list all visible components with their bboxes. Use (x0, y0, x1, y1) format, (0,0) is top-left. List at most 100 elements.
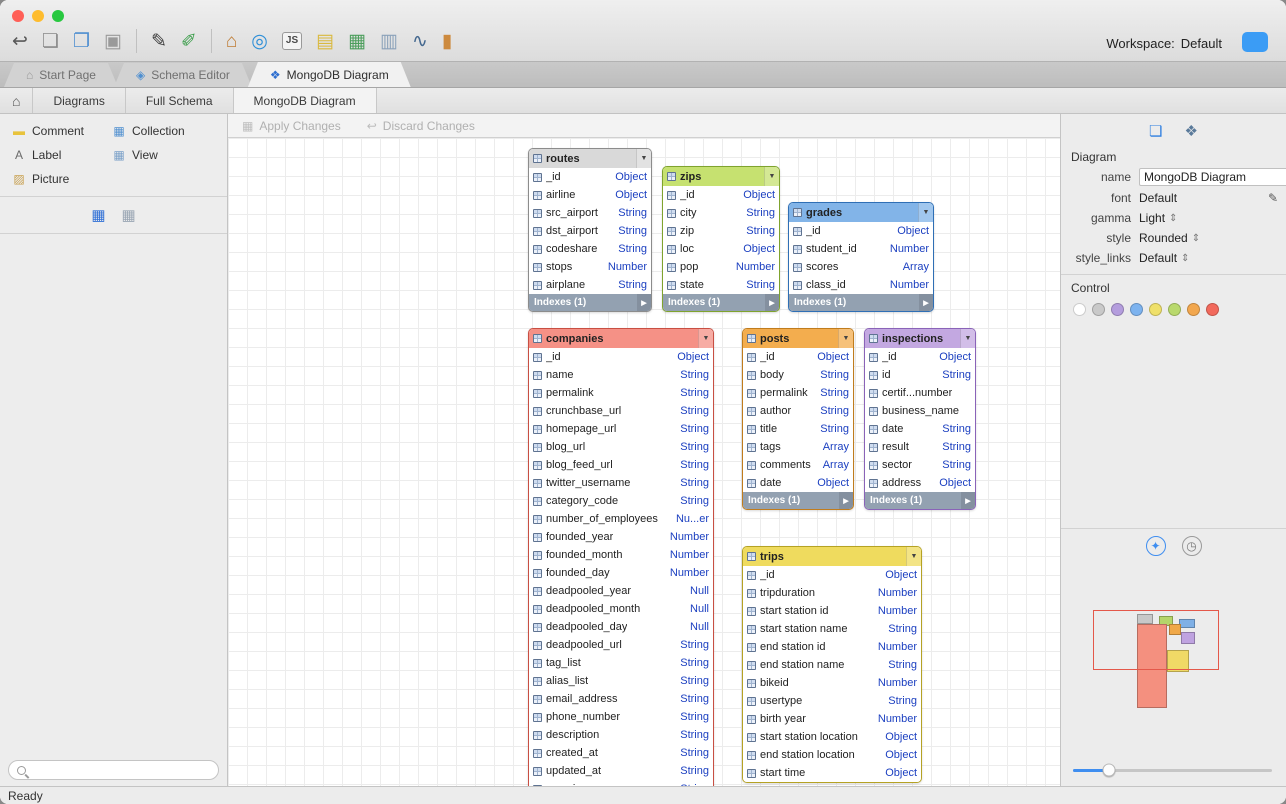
collapse-caret-icon[interactable]: ▼ (698, 329, 713, 348)
field-row[interactable]: deadpooled_dayNull (529, 618, 713, 636)
field-row[interactable]: class_idNumber (789, 276, 933, 294)
style-select[interactable]: Rounded (1139, 231, 1188, 245)
field-row[interactable]: stopsNumber (529, 258, 651, 276)
field-row[interactable]: zipString (663, 222, 779, 240)
field-row[interactable]: authorString (743, 402, 853, 420)
diagram-structure-icon[interactable]: ❖ (1185, 122, 1198, 140)
field-row[interactable]: dateObject (743, 474, 853, 492)
field-row[interactable]: end station nameString (743, 656, 921, 674)
zoom-window-button[interactable] (52, 10, 64, 22)
js-icon[interactable]: JS (282, 32, 302, 50)
collapse-caret-icon[interactable]: ▼ (960, 329, 975, 348)
color-swatch-6[interactable] (1187, 303, 1200, 316)
panels-icon[interactable]: ▥ (380, 32, 398, 51)
indexes-footer[interactable]: Indexes (1)▶ (865, 492, 975, 509)
field-row[interactable]: deadpooled_monthNull (529, 600, 713, 618)
expand-arrow-icon[interactable]: ▶ (919, 294, 933, 311)
field-row[interactable]: locObject (663, 240, 779, 258)
field-row[interactable]: descriptionString (529, 726, 713, 744)
collection-header[interactable]: companies▼ (529, 329, 713, 348)
field-row[interactable]: start station idNumber (743, 602, 921, 620)
field-row[interactable]: crunchbase_urlString (529, 402, 713, 420)
pen-icon[interactable]: ✎ (151, 32, 167, 51)
apply-changes-button[interactable]: ▦ Apply Changes (242, 119, 341, 133)
field-row[interactable]: _idObject (663, 186, 779, 204)
field-row[interactable]: blog_feed_urlString (529, 456, 713, 474)
clock-icon[interactable]: ◷ (1182, 536, 1202, 556)
field-row[interactable]: _idObject (743, 348, 853, 366)
field-row[interactable]: sectorString (865, 456, 975, 474)
palette-item-picture[interactable]: ▨Picture (12, 172, 108, 186)
field-row[interactable]: bodyString (743, 366, 853, 384)
field-row[interactable]: tripdurationNumber (743, 584, 921, 602)
field-row[interactable]: dateString (865, 420, 975, 438)
field-row[interactable]: founded_dayNumber (529, 564, 713, 582)
minimap[interactable] (1061, 554, 1286, 769)
chart-icon[interactable]: ∿ (412, 32, 428, 51)
field-row[interactable]: _idObject (789, 222, 933, 240)
field-row[interactable]: updated_atString (529, 762, 713, 780)
field-row[interactable]: popNumber (663, 258, 779, 276)
save-icon[interactable]: ▣ (104, 32, 122, 51)
tab-mongodb-diagram[interactable]: ❖ MongoDB Diagram (248, 62, 411, 87)
field-row[interactable]: phone_numberString (529, 708, 713, 726)
zoom-track[interactable] (1073, 769, 1272, 772)
collection-inspections[interactable]: inspections▼_idObjectidStringcertif...nu… (864, 328, 976, 510)
field-row[interactable]: certif...number (865, 384, 975, 402)
color-swatch-4[interactable] (1149, 303, 1162, 316)
home-icon[interactable]: ⌂ (226, 32, 237, 51)
expand-arrow-icon[interactable]: ▶ (961, 492, 975, 509)
diagram-canvas[interactable]: routes▼_idObjectairlineObjectsrc_airport… (228, 138, 1060, 786)
style-links-select[interactable]: Default (1139, 251, 1177, 265)
field-row[interactable]: start timeObject (743, 764, 921, 782)
font-value[interactable]: Default (1139, 191, 1177, 205)
collection-companies[interactable]: companies▼_idObjectnameStringpermalinkSt… (528, 328, 714, 786)
field-row[interactable]: airplaneString (529, 276, 651, 294)
expand-arrow-icon[interactable]: ▶ (765, 294, 779, 311)
indexes-footer[interactable]: Indexes (1)▶ (789, 294, 933, 311)
palette-item-view[interactable]: ▦View (112, 148, 217, 162)
field-row[interactable]: created_atString (529, 744, 713, 762)
nav-item-full-schema[interactable]: Full Schema (126, 88, 234, 113)
field-row[interactable]: twitter_usernameString (529, 474, 713, 492)
nav-item-diagrams[interactable]: Diagrams (33, 88, 125, 113)
eyedropper-icon[interactable]: ✐ (181, 32, 197, 51)
field-row[interactable]: idString (865, 366, 975, 384)
collapse-caret-icon[interactable]: ▼ (764, 167, 779, 186)
field-row[interactable]: bikeidNumber (743, 674, 921, 692)
zoom-slider[interactable] (1073, 762, 1272, 778)
indexes-footer[interactable]: Indexes (1)▶ (743, 492, 853, 509)
field-row[interactable]: commentsArray (743, 456, 853, 474)
edit-font-icon[interactable]: ✎ (1268, 191, 1278, 205)
field-row[interactable]: business_name (865, 402, 975, 420)
color-swatch-0[interactable] (1073, 303, 1086, 316)
collection-zips[interactable]: zips▼_idObjectcityStringzipStringlocObje… (662, 166, 780, 312)
field-row[interactable]: scoresArray (789, 258, 933, 276)
tab-schema-editor[interactable]: ◈ Schema Editor (114, 63, 252, 87)
grid-view-inactive-icon[interactable]: ▦ (122, 206, 136, 224)
field-row[interactable]: student_idNumber (789, 240, 933, 258)
color-swatch-5[interactable] (1168, 303, 1181, 316)
indexes-footer[interactable]: Indexes (1)▶ (529, 294, 651, 311)
chat-icon[interactable] (1242, 32, 1268, 52)
field-row[interactable]: _idObject (743, 566, 921, 584)
collapse-caret-icon[interactable]: ▼ (906, 547, 921, 566)
field-row[interactable]: homepage_urlString (529, 420, 713, 438)
expand-arrow-icon[interactable]: ▶ (839, 492, 853, 509)
field-row[interactable]: permalinkString (529, 384, 713, 402)
minimize-window-button[interactable] (32, 10, 44, 22)
collection-routes[interactable]: routes▼_idObjectairlineObjectsrc_airport… (528, 148, 652, 312)
collapse-caret-icon[interactable]: ▼ (918, 203, 933, 222)
field-row[interactable]: resultString (865, 438, 975, 456)
orgchart-icon[interactable]: ▦ (348, 32, 366, 51)
nav-item-mongodb-diagram[interactable]: MongoDB Diagram (234, 88, 377, 113)
palette-item-comment[interactable]: ▬Comment (12, 124, 108, 138)
collection-header[interactable]: posts▼ (743, 329, 853, 348)
palette-item-collection[interactable]: ▦Collection (112, 124, 217, 138)
field-row[interactable]: end station idNumber (743, 638, 921, 656)
minimap-viewport[interactable] (1093, 610, 1219, 670)
compass-icon[interactable]: ✦ (1146, 536, 1166, 556)
field-row[interactable]: start station locationObject (743, 728, 921, 746)
color-swatch-3[interactable] (1130, 303, 1143, 316)
field-row[interactable]: _idObject (529, 168, 651, 186)
